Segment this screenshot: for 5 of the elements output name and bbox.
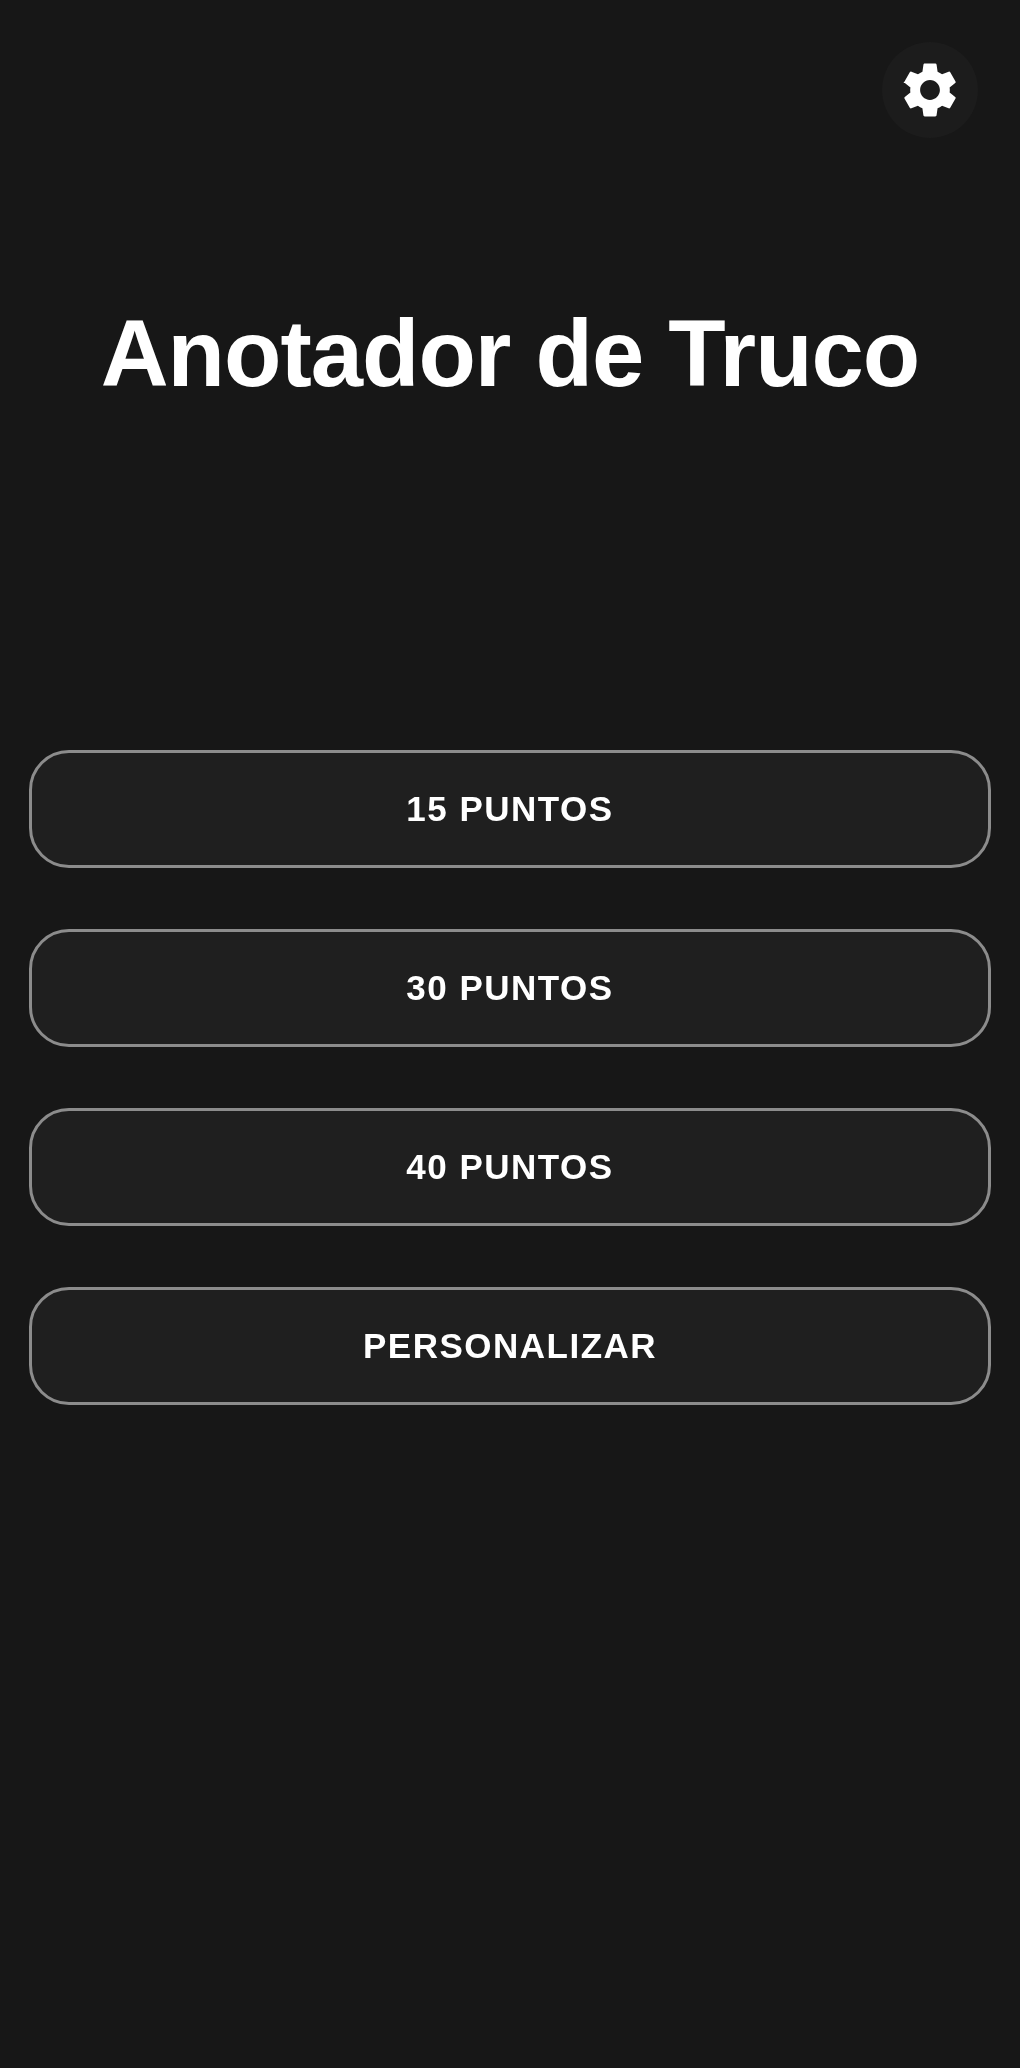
points-button[interactable]: 15 PUNTOS [29, 750, 991, 868]
points-button[interactable]: PERSONALIZAR [29, 1287, 991, 1405]
points-button[interactable]: 40 PUNTOS [29, 1108, 991, 1226]
app-title: Anotador de Truco [99, 300, 921, 408]
points-button[interactable]: 30 PUNTOS [29, 929, 991, 1047]
